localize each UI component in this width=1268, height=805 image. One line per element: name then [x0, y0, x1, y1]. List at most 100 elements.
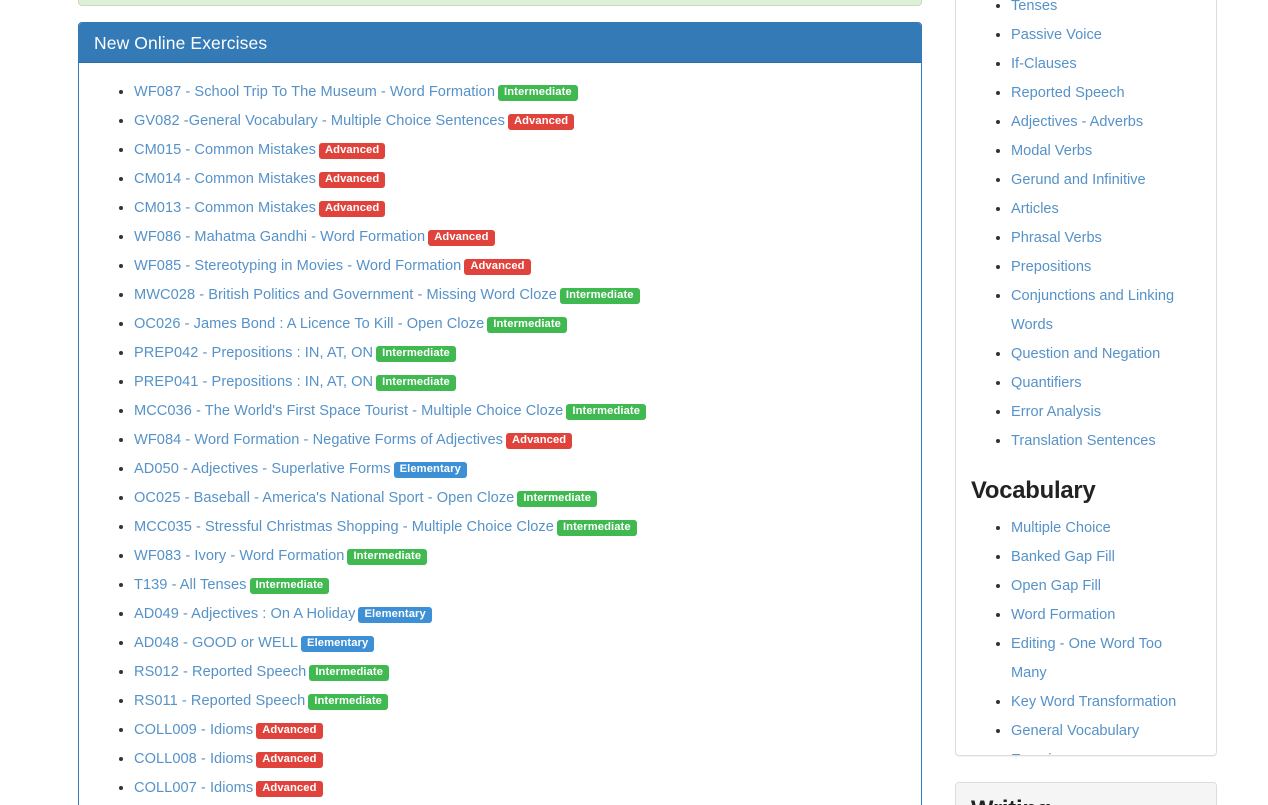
sidebar-item-general-vocabulary-exercises[interactable]: General Vocabulary Exercises	[1011, 723, 1139, 756]
exercise-link[interactable]: COLL009 - Idioms	[134, 722, 253, 738]
exercise-link[interactable]: RS011 - Reported Speech	[134, 693, 305, 709]
sidebar-item-error-analysis[interactable]: Error Analysis	[1011, 404, 1101, 420]
exercise-link[interactable]: PREP042 - Prepositions : IN, AT, ON	[134, 345, 373, 361]
list-item: Phrasal Verbs	[1011, 223, 1201, 252]
list-item: Conjunctions and Linking Words	[1011, 281, 1201, 339]
sidebar-item-gerund-and-infinitive[interactable]: Gerund and Infinitive	[1011, 172, 1146, 188]
exercise-link[interactable]: CM015 - Common Mistakes	[134, 142, 316, 158]
list-item: PREP041 - Prepositions : IN, AT, ONInter…	[134, 367, 906, 396]
sidebar-item-adjectives-adverbs[interactable]: Adjectives - Adverbs	[1011, 114, 1143, 130]
sidebar-item-multiple-choice[interactable]: Multiple Choice	[1011, 520, 1111, 536]
exercise-link[interactable]: WF085 - Stereotyping in Movies - Word Fo…	[134, 258, 461, 274]
exercise-link[interactable]: WF086 - Mahatma Gandhi - Word Formation	[134, 229, 425, 245]
list-item: CM014 - Common MistakesAdvanced	[134, 164, 906, 193]
level-badge: Intermediate	[250, 578, 330, 594]
exercise-link[interactable]: WF087 - School Trip To The Museum - Word…	[134, 84, 495, 100]
exercise-link[interactable]: CM014 - Common Mistakes	[134, 171, 316, 187]
exercise-link[interactable]: AD049 - Adjectives : On A Holiday	[134, 606, 355, 622]
list-item: COLL009 - IdiomsAdvanced	[134, 715, 906, 744]
list-item: OC026 - James Bond : A Licence To Kill -…	[134, 309, 906, 338]
exercise-link[interactable]: AD050 - Adjectives - Superlative Forms	[134, 461, 391, 477]
list-item: Banked Gap Fill	[1011, 542, 1201, 571]
list-item: Articles	[1011, 194, 1201, 223]
level-badge: Advanced	[256, 752, 322, 768]
sidebar-item-quantifiers[interactable]: Quantifiers	[1011, 375, 1082, 391]
exercise-link[interactable]: OC026 - James Bond : A Licence To Kill -…	[134, 316, 484, 332]
level-badge: Intermediate	[566, 404, 646, 420]
sidebar-item-tenses[interactable]: Tenses	[1011, 0, 1057, 14]
exercise-link[interactable]: WF084 - Word Formation - Negative Forms …	[134, 432, 503, 448]
list-item: Key Word Transformation	[1011, 687, 1201, 716]
list-item: PREP042 - Prepositions : IN, AT, ONInter…	[134, 338, 906, 367]
list-item: Adjectives - Adverbs	[1011, 107, 1201, 136]
sidebar-item-articles[interactable]: Articles	[1011, 201, 1059, 217]
sidebar-item-modal-verbs[interactable]: Modal Verbs	[1011, 143, 1092, 159]
list-item: If-Clauses	[1011, 49, 1201, 78]
level-badge: Intermediate	[487, 317, 567, 333]
exercise-link[interactable]: AD048 - GOOD or WELL	[134, 635, 298, 651]
sidebar-item-editing-one-word-too-many[interactable]: Editing - One Word Too Many	[1011, 636, 1162, 681]
level-badge: Elementary	[301, 636, 374, 652]
writing-card: Writing	[955, 782, 1217, 805]
exercise-link[interactable]: COLL008 - Idioms	[134, 751, 253, 767]
exercise-link[interactable]: MWC028 - British Politics and Government…	[134, 287, 557, 303]
sidebar-item-translation-sentences[interactable]: Translation Sentences	[1011, 433, 1156, 449]
exercise-link[interactable]: MCC035 - Stressful Christmas Shopping - …	[134, 519, 554, 535]
list-item: AD048 - GOOD or WELLElementary	[134, 628, 906, 657]
writing-heading: Writing	[971, 797, 1201, 805]
list-item: Gerund and Infinitive	[1011, 165, 1201, 194]
list-item: Modal Verbs	[1011, 136, 1201, 165]
list-item: Word Formation	[1011, 600, 1201, 629]
list-item: RS011 - Reported SpeechIntermediate	[134, 686, 906, 715]
level-badge: Intermediate	[308, 694, 388, 710]
list-item: WF085 - Stereotyping in Movies - Word Fo…	[134, 251, 906, 280]
sidebar-item-key-word-transformation[interactable]: Key Word Transformation	[1011, 694, 1176, 710]
list-item: WF087 - School Trip To The Museum - Word…	[134, 77, 906, 106]
exercise-link[interactable]: WF083 - Ivory - Word Formation	[134, 548, 344, 564]
grammar-list: Tenses Passive Voice If-Clauses Reported Sp…	[971, 0, 1201, 455]
sidebar-item-banked-gap-fill[interactable]: Banked Gap Fill	[1011, 549, 1115, 565]
exercise-link[interactable]: GV082 -General Vocabulary - Multiple Cho…	[134, 113, 505, 129]
list-item: Open Gap Fill	[1011, 571, 1201, 600]
sidebar-item-passive-voice[interactable]: Passive Voice	[1011, 27, 1102, 43]
sidebar-item-phrasal-verbs[interactable]: Phrasal Verbs	[1011, 230, 1102, 246]
exercise-link[interactable]: T139 - All Tenses	[134, 577, 247, 593]
page-title: New Online Exercises	[94, 35, 906, 52]
sidebar-item-prepositions[interactable]: Prepositions	[1011, 259, 1091, 275]
exercise-link[interactable]: COLL007 - Idioms	[134, 780, 253, 796]
level-badge: Advanced	[464, 259, 530, 275]
exercise-link[interactable]: RS012 - Reported Speech	[134, 664, 306, 680]
list-item: COLL007 - IdiomsAdvanced	[134, 773, 906, 802]
level-badge: Advanced	[508, 114, 574, 130]
level-badge: Advanced	[256, 723, 322, 739]
list-item: MCC036 - The World's First Space Tourist…	[134, 396, 906, 425]
level-badge: Intermediate	[560, 288, 640, 304]
sidebar-item-question-and-negation[interactable]: Question and Negation	[1011, 346, 1160, 362]
level-badge: Advanced	[428, 230, 494, 246]
exercise-list: WF087 - School Trip To The Museum - Word…	[94, 77, 906, 805]
list-item: Question and Negation	[1011, 339, 1201, 368]
sidebar-item-conjunctions-and-linking-words[interactable]: Conjunctions and Linking Words	[1011, 288, 1174, 333]
sidebar-item-word-formation[interactable]: Word Formation	[1011, 607, 1115, 623]
sidebar-item-reported-speech[interactable]: Reported Speech	[1011, 85, 1125, 101]
level-badge: Intermediate	[376, 375, 456, 391]
categories-card-body: Grammar TensesPassive VoiceIf-ClausesRep…	[956, 0, 1216, 756]
list-item: Quantifiers	[1011, 368, 1201, 397]
list-item: GV082 -General Vocabulary - Multiple Cho…	[134, 106, 906, 135]
list-item: Error Analysis	[1011, 397, 1201, 426]
exercise-link[interactable]: OC025 - Baseball - America's National Sp…	[134, 490, 514, 506]
sidebar-item-if-clauses[interactable]: If-Clauses	[1011, 56, 1077, 72]
level-badge: Advanced	[506, 433, 572, 449]
sidebar-item-open-gap-fill[interactable]: Open Gap Fill	[1011, 578, 1101, 594]
level-badge: Advanced	[319, 172, 385, 188]
level-badge: Intermediate	[517, 491, 597, 507]
list-item: Passive Voice	[1011, 20, 1201, 49]
exercise-link[interactable]: PREP041 - Prepositions : IN, AT, ON	[134, 374, 373, 390]
list-item: WF083 - Ivory - Word FormationIntermedia…	[134, 541, 906, 570]
exercise-link[interactable]: CM013 - Common Mistakes	[134, 200, 316, 216]
level-badge: Intermediate	[498, 85, 578, 101]
panel-body: WF087 - School Trip To The Museum - Word…	[79, 63, 921, 805]
exercise-link[interactable]: MCC036 - The World's First Space Tourist…	[134, 403, 563, 419]
list-item: Editing - One Word Too Many	[1011, 629, 1201, 687]
list-item: CM013 - Common MistakesAdvanced	[134, 193, 906, 222]
